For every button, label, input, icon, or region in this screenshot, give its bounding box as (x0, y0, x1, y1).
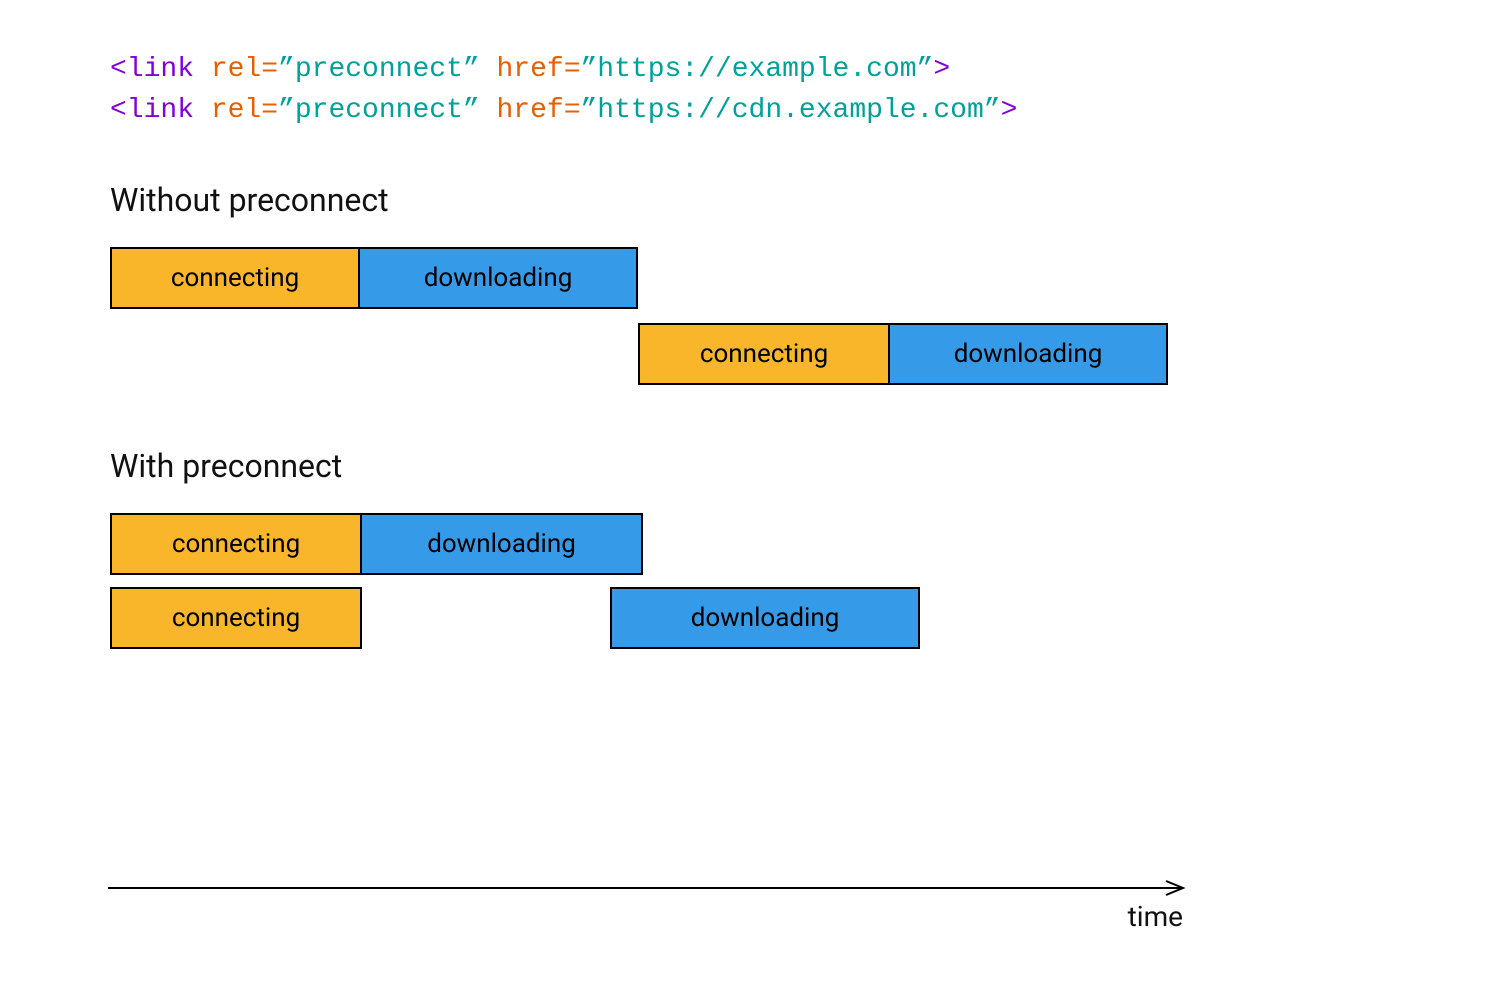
bar-downloading: downloading (358, 247, 638, 309)
axis-label: time (1128, 900, 1183, 933)
section-without-preconnect: Without preconnect connecting downloadin… (110, 181, 1488, 391)
code-token: href= (496, 54, 580, 85)
timeline-row: connecting downloading (110, 323, 1170, 391)
code-line-1: <link rel=”preconnect” href=”https://exa… (110, 50, 1488, 91)
bar-downloading: downloading (360, 513, 643, 575)
code-token: ”https://example.com” (581, 54, 934, 85)
timeline-without: connecting downloading connecting downlo… (110, 247, 1170, 391)
bar-connecting: connecting (638, 323, 890, 385)
bar-connecting: connecting (110, 513, 362, 575)
bar-connecting: connecting (110, 587, 362, 649)
bar-downloading: downloading (610, 587, 920, 649)
section-title-without: Without preconnect (110, 181, 1488, 219)
bar-connecting: connecting (110, 247, 360, 309)
code-token: ”preconnect” (278, 54, 496, 85)
code-token: > (933, 54, 950, 85)
timeline-with: connecting downloading connecting downlo… (110, 513, 1170, 655)
section-with-preconnect: With preconnect connecting downloading c… (110, 447, 1488, 655)
timeline-row: connecting downloading (110, 587, 1170, 655)
section-title-with: With preconnect (110, 447, 1488, 485)
code-line-2: <link rel=”preconnect” href=”https://cdn… (110, 91, 1488, 132)
code-token: <link (110, 54, 211, 85)
code-token: href= (496, 95, 580, 126)
code-token: rel= (211, 95, 278, 126)
code-snippet: <link rel=”preconnect” href=”https://exa… (110, 50, 1488, 131)
code-token: rel= (211, 54, 278, 85)
time-axis: time (108, 880, 1193, 900)
bar-downloading: downloading (888, 323, 1168, 385)
code-token: > (1001, 95, 1018, 126)
code-token: ”preconnect” (278, 95, 496, 126)
arrow-right-icon (108, 880, 1193, 900)
timeline-row: connecting downloading (110, 247, 1170, 315)
code-token: ”https://cdn.example.com” (581, 95, 1001, 126)
timeline-row: connecting downloading (110, 513, 1170, 581)
code-token: <link (110, 95, 211, 126)
